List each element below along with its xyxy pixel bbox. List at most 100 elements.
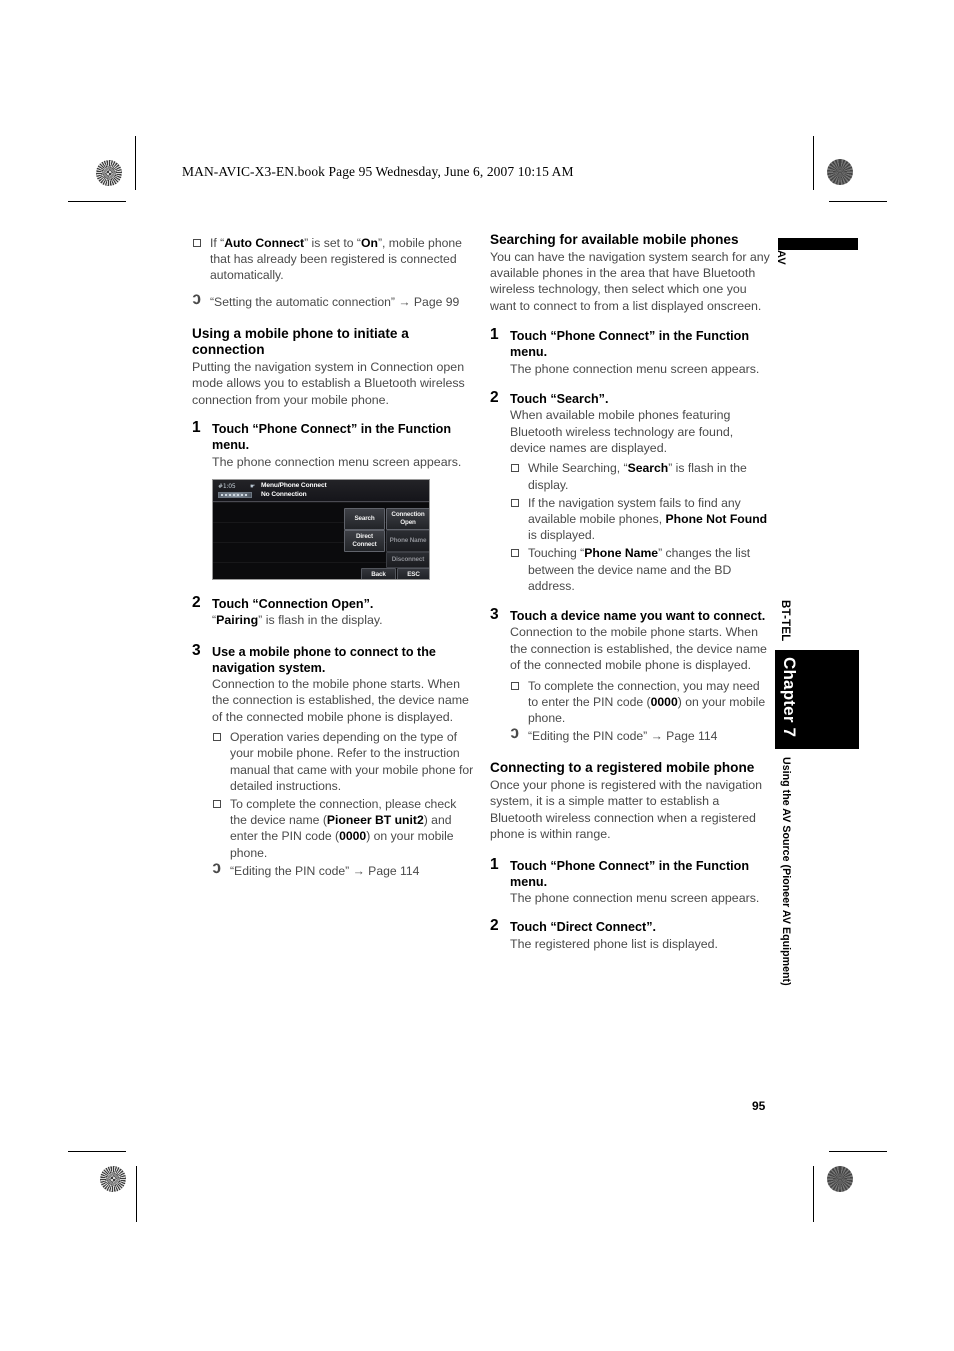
note-touching-phone-name-pre: Touching “: [528, 546, 585, 561]
device-button-connection-open[interactable]: Connection Open: [386, 508, 429, 531]
note-phone-not-found-post: is displayed.: [528, 528, 596, 543]
note-phone-not-found: If the navigation system fails to find a…: [510, 495, 772, 544]
note-touching-phone-name-bold: Phone Name: [584, 546, 659, 561]
device-button-esc[interactable]: ESC: [397, 568, 429, 580]
note-auto-connect: If “Auto Connect” is set to “On”, mobile…: [192, 235, 474, 284]
device-title-line-1: Menu/Phone Connect: [261, 482, 327, 490]
intro-connecting-registered-phone: Once your phone is registered with the n…: [490, 777, 763, 842]
device-screenshot-phone-connect-menu: #1:05 ☛ Menu/Phone Connect No Connection…: [212, 479, 430, 581]
left-column: If “Auto Connect” is set to “On”, mobile…: [192, 232, 474, 879]
step-right-5-body: The registered phone list is displayed.: [510, 936, 719, 951]
note-left-pin-device-name: Pioneer BT unit2: [326, 813, 424, 828]
device-button-direct-connect[interactable]: Direct Connect: [344, 530, 385, 553]
registration-mark-upper-right-margin: [832, 203, 854, 225]
trim-line-upper-left-horizontal: [68, 201, 126, 202]
crossref-arrow-icon: ∁: [192, 292, 202, 308]
registration-mark-bottom-right: [780, 1168, 802, 1190]
square-bullet-icon: [213, 733, 221, 742]
step-left-1-number: 1: [192, 419, 201, 437]
crossref-right-editing-pin: ∁ “Editing the PIN code” → Page 114: [510, 727, 772, 744]
device-button-phone-name[interactable]: Phone Name: [386, 530, 429, 553]
step-left-1-body: The phone connection menu screen appears…: [212, 454, 462, 469]
av-section-label: AV: [775, 250, 787, 266]
step-right-3: 3 Touch a device name you want to connec…: [490, 606, 772, 744]
step-left-2-body-bold: Pairing: [216, 613, 259, 628]
heading-using-mobile-phone-initiate: Using a mobile phone to initiate a conne…: [192, 325, 409, 358]
note-touching-phone-name: Touching “Phone Name” changes the list b…: [510, 545, 772, 594]
device-button-disconnect[interactable]: Disconnect: [386, 552, 429, 569]
step-left-2-body-post: ” is flash in the display.: [258, 613, 383, 628]
step-right-3-title: Touch a device name you want to connect.: [510, 609, 766, 624]
step-right-5-number: 2: [490, 917, 499, 935]
trim-line-lower-left-horizontal: [68, 1151, 126, 1152]
intro-using-mobile-phone-initiate: Putting the navigation system in Connect…: [192, 360, 465, 407]
trim-line-bottom-left-vertical: [136, 1166, 137, 1222]
square-bullet-icon: [511, 549, 519, 558]
bt-tel-section-tab: BT-TEL: [779, 600, 791, 642]
trim-line-lower-right-horizontal: [829, 1151, 887, 1152]
note-right-pin-value: 0000: [650, 694, 678, 709]
step-left-1: 1 Touch “Phone Connect” in the Function …: [192, 419, 474, 581]
note-right-pin-code: To complete the connection, you may need…: [510, 678, 772, 727]
step-right-4: 1 Touch “Phone Connect” in the Function …: [490, 855, 772, 907]
note-auto-connect-bold-1: Auto Connect: [224, 236, 305, 250]
note-while-searching-bold: Search: [627, 461, 669, 476]
step-right-5: 2 Touch “Direct Connect”. The registered…: [490, 917, 772, 952]
device-clock: #1:05: [218, 483, 236, 491]
crossref-auto-connection-text: “Setting the automatic connection” → Pag…: [210, 294, 460, 309]
print-density-star-top-left: [96, 160, 122, 186]
trim-line-upper-right-horizontal: [829, 201, 887, 202]
device-button-search[interactable]: Search: [344, 508, 385, 531]
step-right-3-number: 3: [490, 606, 499, 624]
step-right-5-title: Touch “Direct Connect”.: [510, 920, 657, 935]
heading-connecting-registered-phone: Connecting to a registered mobile phone: [490, 760, 755, 776]
note-while-searching: While Searching, “Search” is flash in th…: [510, 460, 772, 492]
av-section-bar: [778, 238, 858, 250]
registration-mark-upper-left-margin: [101, 203, 123, 225]
registration-mark-lower-right-margin: [832, 1120, 854, 1142]
trim-line-top-left-vertical: [135, 136, 136, 190]
step-left-2-title: Touch “Connection Open”.: [212, 597, 374, 612]
square-bullet-icon: [511, 464, 519, 473]
crossref-left-editing-pin-text: “Editing the PIN code” → Page 114: [230, 863, 420, 878]
step-right-2-body: When available mobile phones featuring B…: [510, 408, 734, 456]
registration-mark-bottom-center: [459, 1168, 481, 1190]
book-file-header: MAN-AVIC-X3-EN.book Page 95 Wednesday, J…: [182, 164, 574, 179]
registration-mark-lower-left-margin: [101, 1120, 123, 1142]
step-right-4-body: The phone connection menu screen appears…: [510, 890, 760, 905]
chapter-subtitle-label: Using the AV Source (Pioneer AV Equipmen…: [780, 757, 792, 986]
device-button-back[interactable]: Back: [361, 568, 396, 580]
crossref-auto-connection: ∁ “Setting the automatic connection” → P…: [192, 292, 474, 310]
square-bullet-icon: [193, 239, 201, 247]
note-operation-varies: Operation varies depending on the type o…: [212, 729, 474, 794]
step-right-1-title: Touch “Phone Connect” in the Function me…: [510, 329, 750, 360]
square-bullet-icon: [511, 498, 519, 507]
step-left-1-title: Touch “Phone Connect” in the Function me…: [212, 422, 452, 453]
step-right-2: 2 Touch “Search”. When available mobile …: [490, 389, 772, 594]
step-right-2-number: 2: [490, 389, 499, 407]
step-left-3-title: Use a mobile phone to connect to the nav…: [212, 644, 436, 675]
step-right-1-number: 1: [490, 326, 499, 344]
step-left-3-number: 3: [192, 641, 201, 659]
step-left-2-number: 2: [192, 594, 201, 612]
crossref-arrow-icon: ∁: [510, 727, 520, 743]
print-density-star-bottom-left: [100, 1166, 126, 1192]
print-density-star-top-right: [827, 159, 853, 185]
step-right-1: 1 Touch “Phone Connect” in the Function …: [490, 326, 772, 377]
step-right-4-number: 1: [490, 855, 499, 873]
intro-searching-available-phones: You can have the navigation system searc…: [490, 249, 770, 313]
step-right-2-title: Touch “Search”.: [510, 392, 609, 407]
note-auto-connect-text-2: ” is set to “: [304, 236, 361, 250]
crossref-right-editing-pin-text: “Editing the PIN code” → Page 114: [528, 729, 718, 744]
square-bullet-icon: [213, 800, 221, 809]
square-bullet-icon: [511, 681, 519, 690]
note-left-pin-code: To complete the connection, please check…: [212, 796, 474, 861]
step-left-2-body: “Pairing” is flash in the display.: [212, 612, 474, 628]
step-left-3: 3 Use a mobile phone to connect to the n…: [192, 641, 474, 879]
chapter-tab-label: Chapter 7: [780, 657, 799, 738]
heading-searching-available-phones: Searching for available mobile phones: [490, 232, 739, 247]
note-auto-connect-text-1: If “: [210, 236, 225, 250]
trim-line-top-right-vertical: [813, 136, 814, 190]
registration-mark-bottom-left: [149, 1168, 171, 1190]
crossref-arrow-icon: ∁: [212, 861, 222, 877]
